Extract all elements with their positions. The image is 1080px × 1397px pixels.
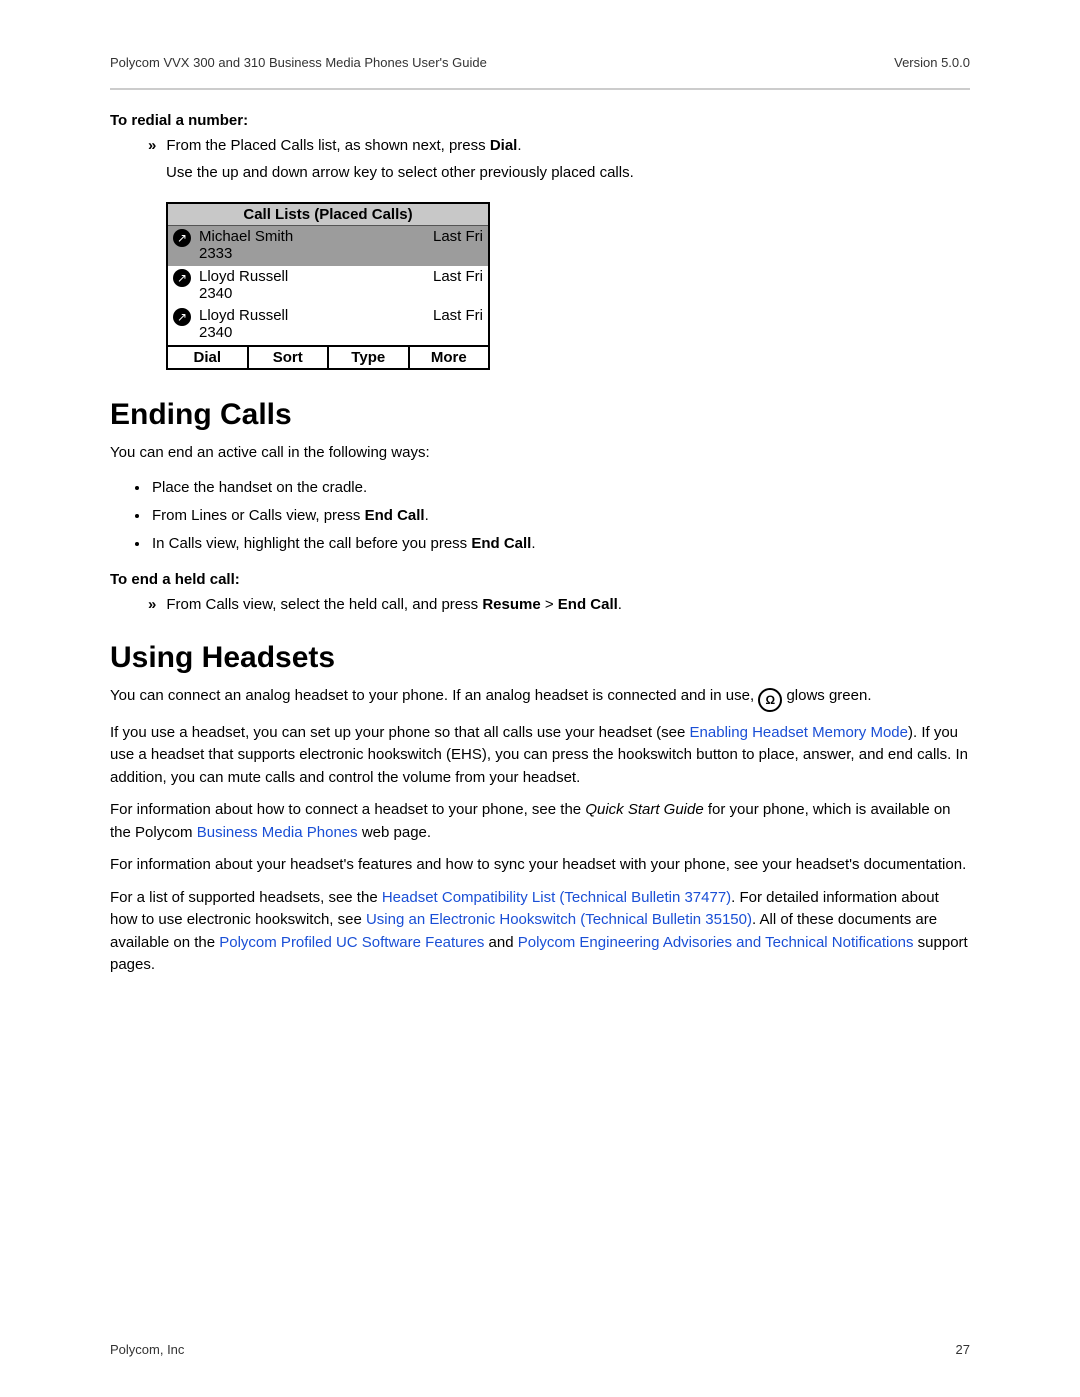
step-marker: » — [148, 594, 156, 617]
call-list-row[interactable]: ↗ Lloyd Russell2340 Last Fri — [168, 305, 488, 345]
call-time: Last Fri — [433, 307, 483, 324]
doc-version: Version 5.0.0 — [894, 55, 970, 70]
page-footer: Polycom, Inc 27 — [110, 1342, 970, 1357]
step-marker: » — [148, 135, 156, 158]
ending-bullet-1: Place the handset on the cradle. — [150, 474, 970, 502]
redial-step: » From the Placed Calls list, as shown n… — [148, 135, 970, 158]
call-time: Last Fri — [433, 268, 483, 285]
phone-screen-figure: Call Lists (Placed Calls) ↗ Michael Smith… — [166, 202, 490, 370]
headsets-p1: You can connect an analog headset to you… — [110, 685, 970, 712]
ending-calls-heading: Ending Calls — [110, 398, 970, 432]
call-time: Last Fri — [433, 228, 483, 245]
headset-icon: Ω — [758, 688, 782, 712]
ending-bullets: Place the handset on the cradle. From Li… — [150, 474, 970, 557]
footer-page: 27 — [956, 1342, 970, 1357]
call-entry: Lloyd Russell2340 — [199, 268, 427, 303]
call-entry: Michael Smith2333 — [199, 228, 427, 263]
redial-label: To redial a number: — [110, 112, 970, 129]
link-ehs-bulletin[interactable]: Using an Electronic Hookswitch (Technica… — [366, 911, 752, 928]
phone-title: Call Lists (Placed Calls) — [168, 204, 488, 226]
end-held-label: To end a held call: — [110, 571, 970, 588]
headsets-p3: For information about how to connect a h… — [110, 799, 970, 844]
ending-bullet-3: In Calls view, highlight the call before… — [150, 530, 970, 558]
ending-intro: You can end an active call in the follow… — [110, 442, 970, 465]
link-profiled-uc[interactable]: Polycom Profiled UC Software Features — [219, 934, 484, 951]
call-entry: Lloyd Russell2340 — [199, 307, 427, 342]
headsets-p4: For information about your headset's fea… — [110, 854, 970, 877]
softkey-sort[interactable]: Sort — [249, 347, 330, 368]
end-held-step: » From Calls view, select the held call,… — [148, 594, 970, 617]
end-held-text: From Calls view, select the held call, a… — [166, 594, 622, 617]
softkey-more[interactable]: More — [410, 347, 489, 368]
softkey-type[interactable]: Type — [329, 347, 410, 368]
page-header: Polycom VVX 300 and 310 Business Media P… — [110, 55, 970, 90]
outgoing-call-icon: ↗ — [173, 269, 191, 287]
ending-bullet-2: From Lines or Calls view, press End Call… — [150, 502, 970, 530]
footer-company: Polycom, Inc — [110, 1342, 184, 1357]
using-headsets-heading: Using Headsets — [110, 641, 970, 675]
link-headset-compat-list[interactable]: Headset Compatibility List (Technical Bu… — [382, 889, 731, 906]
doc-title: Polycom VVX 300 and 310 Business Media P… — [110, 55, 487, 70]
call-list-row[interactable]: ↗ Michael Smith2333 Last Fri — [168, 226, 488, 266]
link-engineering-advisories[interactable]: Polycom Engineering Advisories and Techn… — [518, 934, 914, 951]
headsets-p5: For a list of supported headsets, see th… — [110, 887, 970, 977]
link-business-media-phones[interactable]: Business Media Phones — [197, 824, 358, 841]
phone-softkeys: Dial Sort Type More — [168, 345, 488, 368]
outgoing-call-icon: ↗ — [173, 229, 191, 247]
softkey-dial[interactable]: Dial — [168, 347, 249, 368]
link-enable-headset-memory[interactable]: Enabling Headset Memory Mode — [690, 724, 908, 741]
headsets-p2: If you use a headset, you can set up you… — [110, 722, 970, 790]
call-list-row[interactable]: ↗ Lloyd Russell2340 Last Fri — [168, 266, 488, 306]
outgoing-call-icon: ↗ — [173, 308, 191, 326]
redial-substep: Use the up and down arrow key to select … — [166, 162, 970, 185]
redial-step-text: From the Placed Calls list, as shown nex… — [166, 135, 521, 158]
